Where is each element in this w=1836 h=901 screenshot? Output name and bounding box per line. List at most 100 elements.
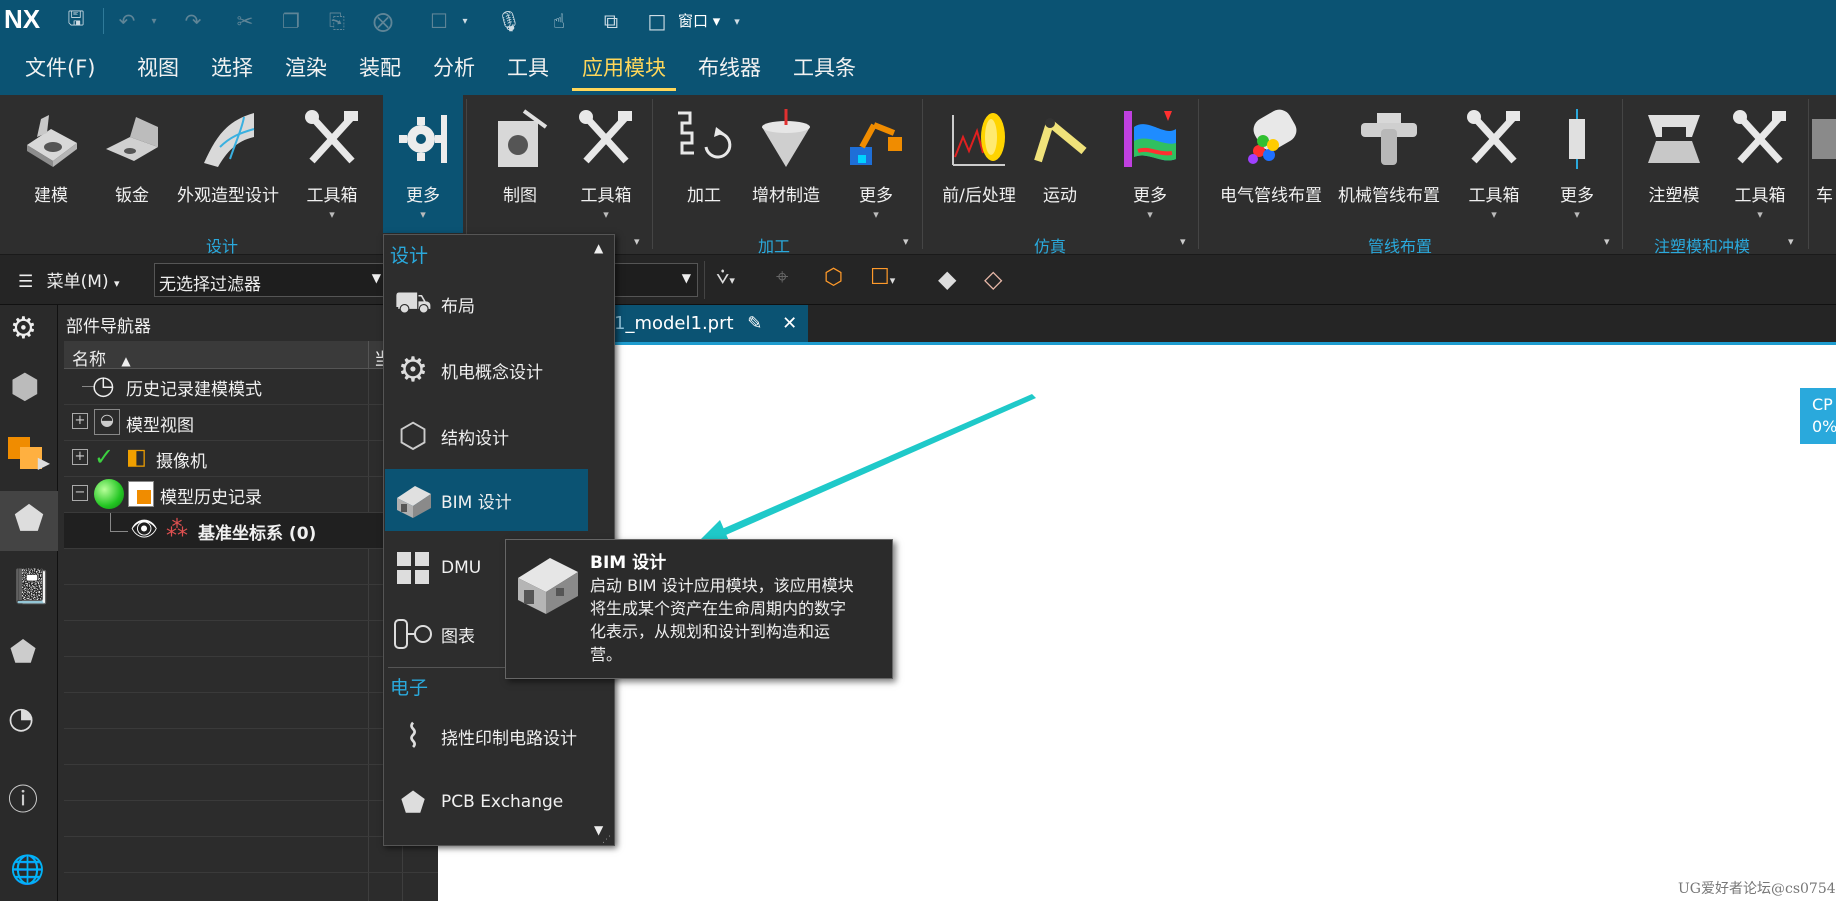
menu-router[interactable]: 布线器: [698, 41, 761, 95]
scroll-up-icon[interactable]: ▲: [594, 241, 603, 255]
copy-icon[interactable]: ❐: [276, 6, 306, 36]
app-item-mechatronics[interactable]: ⚙ 机电概念设计: [385, 339, 588, 401]
customize-qat-icon[interactable]: ▾: [730, 6, 744, 36]
menu-render[interactable]: 渲染: [285, 41, 327, 95]
delete-icon[interactable]: ⨂: [368, 6, 398, 36]
group-expand-icon[interactable]: ▾: [1604, 235, 1610, 248]
repeat-dropdown-icon[interactable]: ▾: [458, 6, 472, 36]
document-tab[interactable]: 1_model1.prt ✎ ✕: [610, 305, 808, 342]
window-icon[interactable]: □: [642, 6, 672, 36]
modeling-tab-icon[interactable]: ⬟: [0, 491, 58, 551]
tree-label: 模型视图: [126, 416, 194, 436]
save-icon[interactable]: 🖫: [61, 6, 91, 36]
menu-tools[interactable]: 工具: [507, 41, 549, 95]
settings-gear-icon[interactable]: ⚙: [10, 311, 37, 346]
toolbox-routing-button[interactable]: 工具箱 ▾: [1454, 103, 1534, 233]
manufacturing-icon: [668, 103, 740, 175]
menu-assembly[interactable]: 装配: [359, 41, 401, 95]
mechanical-routing-label: 机械管线布置: [1338, 186, 1440, 206]
toolbox-icon: [570, 103, 642, 175]
mechanical-routing-button[interactable]: 机械管线布置: [1334, 103, 1444, 233]
tree-label: 模型历史记录: [160, 488, 262, 508]
app-item-structure[interactable]: ⬡ 结构设计: [385, 405, 588, 467]
app-item-flex-pcb[interactable]: ⌇ 挠性印制电路设计: [385, 705, 588, 767]
type-filter-value: 无选择过滤器: [159, 275, 261, 295]
wireframe-view-icon[interactable]: ◇: [984, 265, 1002, 293]
dimension-tab-icon[interactable]: ⬟: [10, 635, 36, 670]
more-simulation-button[interactable]: 更多 ▾: [1110, 103, 1190, 233]
group-expand-icon[interactable]: ▾: [1180, 235, 1186, 248]
touch-mode-icon[interactable]: ☝: [544, 6, 574, 36]
more-routing-button[interactable]: 更多 ▾: [1537, 103, 1617, 233]
menu-file[interactable]: 文件(F): [25, 41, 95, 95]
group-expand-icon[interactable]: ▾: [1788, 235, 1794, 248]
more-design-button[interactable]: 更多 ▾: [383, 95, 463, 233]
toolbox-drafting-button[interactable]: 工具箱 ▾: [566, 103, 646, 233]
menu-analysis[interactable]: 分析: [433, 41, 475, 95]
manufacturing-button[interactable]: 加工: [664, 103, 744, 233]
select-body-icon[interactable]: ⬡: [824, 265, 843, 290]
scope-filter-select[interactable]: ▼: [612, 263, 698, 297]
motion-button[interactable]: 运动: [1022, 103, 1098, 233]
menu-button[interactable]: ☰ 菜单(M) ▾: [18, 267, 120, 292]
chevron-down-icon: ▼: [371, 271, 381, 285]
expand-plus-icon[interactable]: +: [72, 413, 88, 429]
info-tab-icon[interactable]: ⓘ: [8, 775, 38, 819]
group-expand-icon[interactable]: ▾: [634, 235, 640, 248]
group-expand-icon[interactable]: ▾: [903, 235, 909, 248]
vehicle-icon: [1812, 103, 1836, 175]
history-tab-icon[interactable]: 📓: [10, 567, 52, 607]
microphone-icon[interactable]: 🎙: [494, 6, 524, 36]
collapse-minus-icon[interactable]: −: [72, 485, 88, 501]
sheet-metal-button[interactable]: 钣金: [92, 103, 172, 233]
rectangle-select-icon[interactable]: ☐▾: [870, 265, 895, 290]
toolbox-mold-button[interactable]: 工具箱 ▾: [1720, 103, 1800, 233]
vehicle-button[interactable]: 车: [1812, 103, 1836, 233]
select-feature-icon[interactable]: ⌖: [776, 265, 788, 290]
additive-button[interactable]: 增材制造: [746, 103, 826, 233]
electrical-routing-button[interactable]: 电气管线布置: [1214, 103, 1328, 233]
column-header-name[interactable]: 名称 ▲: [72, 345, 131, 370]
filter-funnel-icon[interactable]: ⩒▾: [716, 265, 735, 290]
web-browser-tab-icon[interactable]: 🌐: [10, 853, 45, 886]
menu-toolbars[interactable]: 工具条: [793, 41, 856, 95]
part-navigator-tab-icon[interactable]: ⬢: [10, 367, 40, 407]
shaded-view-icon[interactable]: ◆: [938, 265, 956, 293]
pre-post-button[interactable]: 前/后处理: [936, 103, 1022, 233]
close-tab-icon[interactable]: ✕: [782, 313, 797, 334]
status-green-dot-icon: [94, 479, 124, 509]
window-menu[interactable]: 窗口 ▾: [678, 10, 720, 31]
toolbox-design-button[interactable]: 工具箱 ▾: [292, 103, 372, 233]
menu-view[interactable]: 视图: [137, 41, 179, 95]
shape-studio-button[interactable]: 外观造型设计: [172, 103, 284, 233]
more-manufacturing-button[interactable]: 更多 ▾: [836, 103, 916, 233]
app-item-bim[interactable]: BIM 设计: [385, 469, 588, 531]
checkmark-icon[interactable]: ✓: [94, 443, 114, 471]
assembly-navigator-tab-icon[interactable]: ▶: [6, 429, 52, 475]
undo-dropdown-icon[interactable]: ▾: [148, 6, 160, 36]
menu-select[interactable]: 选择: [211, 41, 253, 95]
expand-plus-icon[interactable]: +: [72, 449, 88, 465]
navigator-title: 部件导航器: [66, 317, 151, 337]
more-gear-icon: [387, 103, 459, 175]
cut-icon[interactable]: ✂: [230, 6, 260, 36]
redo-icon[interactable]: ↷: [178, 6, 208, 36]
document-tab-strip: 1_model1.prt ✎ ✕: [438, 305, 1836, 345]
switch-window-icon[interactable]: ⧉: [596, 6, 626, 36]
drafting-button[interactable]: 制图: [480, 103, 560, 233]
resize-grip-icon[interactable]: ⋰: [602, 835, 611, 845]
hamburger-icon: ☰: [18, 272, 34, 292]
tooltip-title: BIM 设计: [590, 553, 667, 573]
menu-applications[interactable]: 应用模块: [572, 41, 676, 95]
type-filter-select[interactable]: 无选择过滤器 ▼: [154, 263, 386, 297]
mold-button[interactable]: 注塑模: [1634, 103, 1714, 233]
paste-icon[interactable]: ⎘: [322, 6, 352, 36]
motion-label: 运动: [1043, 186, 1077, 206]
measure-tab-icon[interactable]: ◔: [8, 701, 34, 736]
repeat-command-icon[interactable]: ☐: [424, 6, 454, 36]
visibility-eye-icon[interactable]: 👁: [130, 517, 158, 542]
app-item-layout[interactable]: ⛟ 布局: [385, 273, 588, 335]
app-item-pcb-exchange[interactable]: ⬟ PCB Exchange: [385, 771, 588, 833]
undo-icon[interactable]: ↶: [112, 6, 142, 36]
modeling-button[interactable]: 建模: [10, 103, 92, 233]
